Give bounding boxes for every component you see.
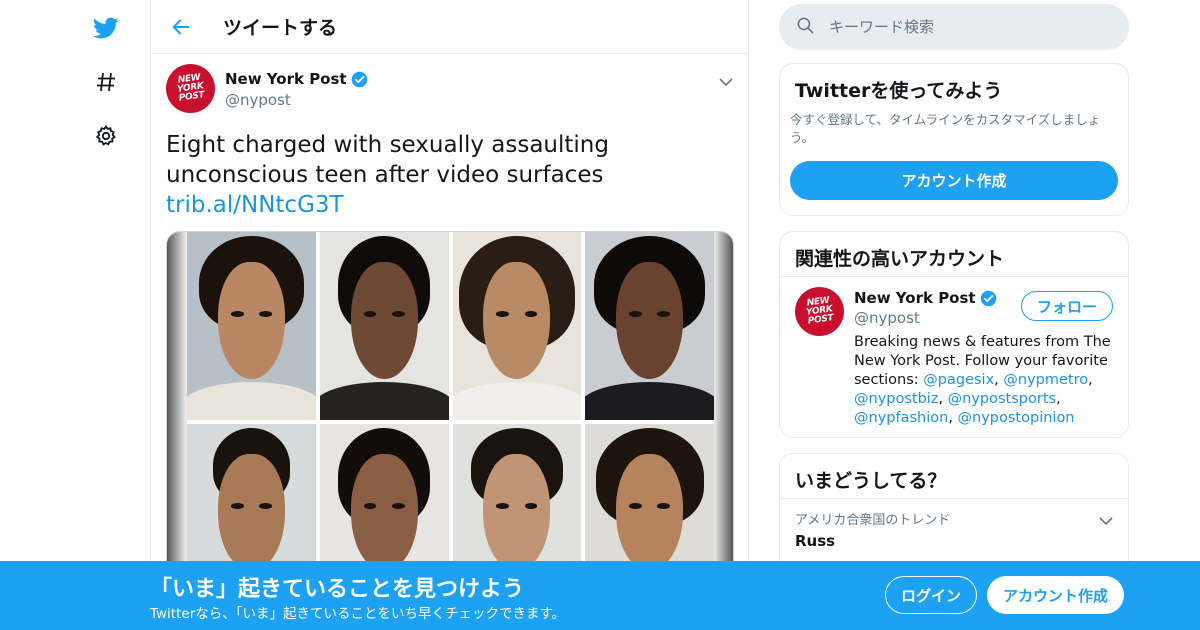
login-button[interactable]: ログイン bbox=[885, 576, 977, 614]
mugshot-photo bbox=[187, 232, 316, 420]
trend-name[interactable]: Russ bbox=[795, 532, 1113, 550]
follow-button[interactable]: フォロー bbox=[1021, 291, 1113, 321]
verified-badge-icon bbox=[980, 290, 997, 307]
avatar-text: POST bbox=[178, 90, 206, 104]
photo-grid bbox=[187, 232, 714, 610]
bio-link[interactable]: @nypmetro bbox=[1003, 372, 1088, 388]
tweet-author: NEW YORK POST New York Post @nypost bbox=[162, 60, 733, 124]
bio-link[interactable]: @nypostbiz bbox=[854, 391, 938, 407]
tweet-text: Eight charged with sexually assaulting u… bbox=[166, 130, 733, 220]
account-name-text[interactable]: New York Post bbox=[854, 289, 976, 307]
chevron-down-icon[interactable] bbox=[719, 72, 733, 91]
trend-context: アメリカ合衆国のトレンド bbox=[795, 513, 951, 528]
tweet-link[interactable]: trib.al/NNtcG3T bbox=[166, 192, 344, 218]
banner-title: 「いま」起きていることを見つけよう bbox=[150, 577, 525, 602]
chevron-down-icon[interactable] bbox=[1099, 511, 1113, 530]
hashtag-icon[interactable] bbox=[88, 64, 124, 100]
signup-card-title: Twitterを使ってみよう bbox=[795, 80, 1003, 102]
related-accounts-card: 関連性の高いアカウント NEW YORK POST New York Post … bbox=[779, 231, 1129, 438]
avatar[interactable]: NEW YORK POST bbox=[791, 283, 848, 340]
gear-icon[interactable] bbox=[88, 118, 124, 154]
left-nav bbox=[80, 0, 130, 630]
verified-badge-icon bbox=[351, 71, 368, 88]
mugshot-photo bbox=[452, 232, 582, 420]
search-icon bbox=[796, 16, 815, 39]
signup-card-description: 今すぐ登録して、タイムラインをカスタマイズしましょう。 bbox=[790, 112, 1101, 145]
back-arrow-icon[interactable] bbox=[151, 0, 211, 54]
related-accounts-title: 関連性の高いアカウント bbox=[780, 232, 1128, 277]
banner-create-account-button[interactable]: アカウント作成 bbox=[987, 576, 1124, 614]
bio-link[interactable]: @pagesix bbox=[923, 372, 994, 388]
banner-subtitle: Twitterなら、「いま」起きていることをいち早くチェックできます。 bbox=[150, 606, 566, 622]
create-account-button[interactable]: アカウント作成 bbox=[790, 161, 1118, 200]
signup-card: Twitterを使ってみよう 今すぐ登録して、タイムラインをカスタマイズしましょ… bbox=[779, 63, 1129, 216]
author-handle[interactable]: @nypost bbox=[225, 91, 368, 109]
trend-item[interactable]: アメリカ合衆国のトレンド Russ bbox=[780, 499, 1128, 560]
avatar-text: POST bbox=[807, 313, 835, 327]
avatar[interactable]: NEW YORK POST bbox=[162, 60, 219, 117]
trends-title: いまどうしてる？ bbox=[780, 454, 1128, 499]
mugshot-photo bbox=[585, 232, 714, 420]
twitter-bird-icon[interactable] bbox=[88, 10, 124, 46]
mugshot-photo bbox=[319, 232, 449, 420]
bio-link[interactable]: @nypostsports bbox=[948, 391, 1056, 407]
search-bar[interactable] bbox=[779, 4, 1129, 50]
signup-banner: 「いま」起きていることを見つけよう Twitterなら、「いま」起きていることを… bbox=[0, 561, 1200, 630]
author-name[interactable]: New York Post bbox=[225, 70, 368, 88]
tweet-body: Eight charged with sexually assaulting u… bbox=[166, 132, 609, 188]
tweet-header: ツイートする bbox=[151, 0, 748, 54]
bio-link[interactable]: @nypfashion bbox=[854, 410, 948, 426]
mugshot-grid-image[interactable] bbox=[166, 231, 734, 611]
tweet: NEW YORK POST New York Post @nypost Eigh… bbox=[151, 54, 748, 611]
bio-link[interactable]: @nypostopinion bbox=[958, 410, 1075, 426]
tweet-column: ツイートする NEW YORK POST New York Post @nypo… bbox=[150, 0, 749, 630]
page-title: ツイートする bbox=[223, 17, 338, 39]
search-input[interactable] bbox=[829, 18, 1099, 36]
account-bio: Breaking news & features from The New Yo… bbox=[854, 334, 1111, 426]
related-account[interactable]: NEW YORK POST New York Post @nypost Brea… bbox=[780, 277, 1128, 437]
author-name-text[interactable]: New York Post bbox=[225, 70, 347, 88]
